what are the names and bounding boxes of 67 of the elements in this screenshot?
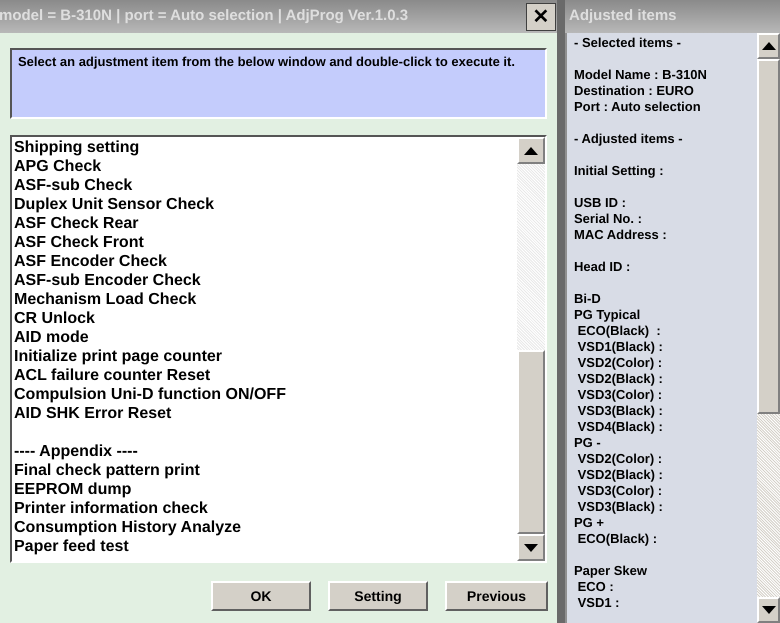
scroll-down-button[interactable] (517, 534, 545, 561)
list-item[interactable]: Mechanism Load Check (14, 290, 196, 309)
info-line: Destination : EURO (574, 83, 694, 99)
list-item[interactable]: Duplex Unit Sensor Check (14, 195, 214, 214)
scrollbar-thumb[interactable] (757, 59, 780, 414)
info-line: Initial Setting : (574, 163, 664, 179)
info-line: Bi-D (574, 291, 601, 307)
up-arrow-icon (524, 146, 538, 154)
scroll-down-button[interactable] (757, 597, 780, 623)
list-item[interactable]: Printer information check (14, 499, 208, 518)
list-item[interactable]: AID SHK Error Reset (14, 404, 172, 423)
info-line: - Selected items - (574, 35, 681, 51)
info-line: VSD3(Black) : (576, 499, 663, 515)
info-line: PG - (574, 435, 601, 451)
list-item[interactable]: ACL failure counter Reset (14, 366, 210, 385)
down-arrow-icon (524, 544, 538, 552)
list-item[interactable]: ASF Check Rear (14, 214, 138, 233)
list-item[interactable]: ASF-sub Encoder Check (14, 271, 201, 290)
list-item[interactable]: APG Check (14, 157, 102, 176)
info-line: PG Typical (574, 307, 640, 323)
info-line: Model Name : B-310N (574, 67, 707, 83)
list-item[interactable]: Shipping setting (14, 138, 140, 157)
list-item[interactable]: Final check pattern print (14, 461, 200, 480)
info-line: VSD2(Black) : (576, 371, 663, 387)
info-line: ECO : (576, 579, 614, 595)
list-item[interactable]: CR Unlock (14, 309, 95, 328)
instruction-text: Select an adjustment item from the below window and double-click to execute it. (18, 53, 516, 71)
info-line: VSD4(Black) : (576, 419, 663, 435)
info-line: Port : Auto selection (574, 99, 701, 115)
window-title: model = B-310N | port = Auto selection | AdjProg Ver.1.0.3 (0, 6, 408, 26)
list-item[interactable]: ASF Encoder Check (14, 252, 167, 271)
info-line: PG + (574, 515, 604, 531)
info-line: VSD3(Black) : (576, 403, 663, 419)
dialog-button[interactable]: Previous (445, 581, 548, 611)
scroll-up-button[interactable] (517, 137, 545, 164)
section-heading: ---- Appendix ---- (14, 442, 138, 461)
info-line: VSD3(Color) : (576, 387, 662, 403)
info-line: VSD2(Color) : (576, 451, 662, 467)
list-item[interactable]: Paper feed test (14, 537, 129, 556)
panel-title: Adjusted items (568, 6, 677, 26)
scroll-up-button[interactable] (757, 33, 780, 59)
info-line: Paper Skew (574, 563, 647, 579)
scrollbar-thumb[interactable] (517, 350, 545, 534)
info-line: USB ID : (574, 195, 626, 211)
info-line: VSD2(Color) : (576, 355, 662, 371)
info-line: VSD2(Black) : (576, 467, 663, 483)
list-item[interactable]: Compulsion Uni-D function ON/OFF (14, 385, 286, 404)
info-line: ECO(Black) : (576, 323, 661, 339)
info-line: VSD1(Black) : (576, 339, 663, 355)
info-line: MAC Address : (574, 227, 667, 243)
down-arrow-icon (762, 606, 776, 614)
up-arrow-icon (762, 42, 776, 50)
dialog-button[interactable]: OK (211, 581, 311, 611)
info-line: Serial No. : (574, 211, 642, 227)
list-item[interactable]: Initialize print page counter (14, 347, 222, 366)
info-line: VSD1 : (576, 595, 620, 611)
close-button[interactable]: ✕ (526, 2, 556, 30)
info-line: Head ID : (574, 259, 630, 275)
dialog-button[interactable]: Setting (328, 581, 428, 611)
info-line: ECO(Black) : (576, 531, 658, 547)
list-item[interactable]: ASF Check Front (14, 233, 144, 252)
list-item[interactable]: AID mode (14, 328, 89, 347)
list-item[interactable]: Consumption History Analyze (14, 518, 241, 537)
info-line: - Adjusted items - (574, 131, 683, 147)
list-item[interactable]: EEPROM dump (14, 480, 132, 499)
info-line: VSD3(Color) : (576, 483, 662, 499)
list-item[interactable]: ASF-sub Check (14, 176, 132, 195)
